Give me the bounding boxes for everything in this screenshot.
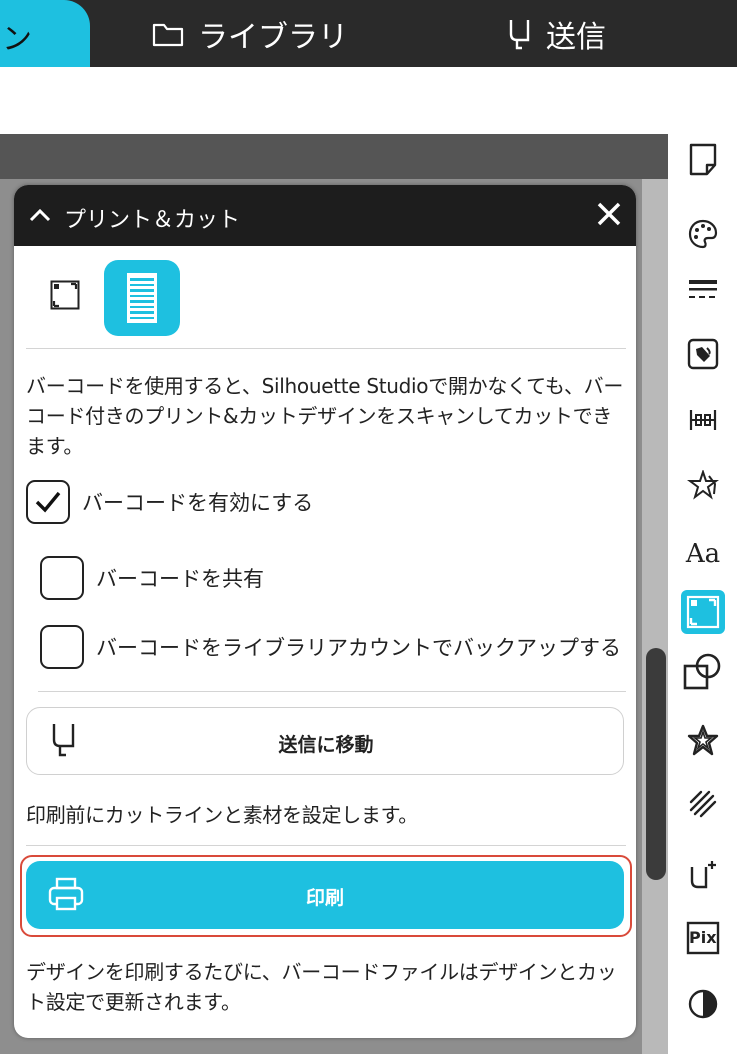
barcode-description: バーコードを使用すると、Silhouette Studioで開かなくても、バーコ…	[26, 374, 624, 458]
backup-barcode-row[interactable]: バーコードをライブラリアカウントでバックアップする	[40, 625, 621, 669]
backup-barcode-checkbox[interactable]	[40, 625, 84, 669]
library-star-icon[interactable]	[681, 718, 725, 762]
enable-barcode-label: バーコードを有効にする	[82, 491, 314, 515]
modify-shapes-icon[interactable]	[681, 650, 725, 694]
print-update-description: デザインを印刷するたびに、バーコードファイルはデザインとカット設定で更新されます…	[26, 960, 617, 1014]
palette-icon[interactable]	[681, 212, 725, 256]
enable-barcode-checkbox[interactable]	[26, 480, 70, 524]
close-icon[interactable]	[594, 199, 624, 229]
tab-design[interactable]: ン	[0, 0, 90, 67]
send-cutter-icon	[509, 19, 530, 49]
go-to-send-button[interactable]: 送信に移動	[26, 707, 624, 775]
divider	[26, 348, 626, 349]
top-nav-bar: ン ライブラリ 送信	[0, 0, 737, 67]
enable-barcode-row[interactable]: バーコードを有効にする	[26, 480, 313, 524]
tab-library-label: ライブラリ	[198, 19, 348, 55]
tab-design-label: ン	[2, 22, 32, 57]
go-to-send-label: 送信に移動	[278, 734, 374, 756]
right-tool-rail: Aa Pix	[668, 134, 737, 1054]
registration-marks-mode-icon[interactable]	[50, 280, 80, 310]
chevron-up-icon[interactable]	[28, 205, 52, 225]
canvas-scrollbar-track[interactable]	[642, 179, 668, 1054]
canvas-top-bar	[0, 134, 668, 179]
barcode-mode-button[interactable]	[104, 260, 180, 336]
checkmark-icon	[35, 491, 61, 513]
print-button[interactable]: 印刷	[26, 861, 624, 929]
text-style-icon[interactable]: Aa	[681, 532, 725, 576]
sketch-lines-icon[interactable]	[681, 782, 725, 826]
backup-barcode-label: バーコードをライブラリアカウントでバックアップする	[96, 636, 621, 660]
barcode-icon	[127, 273, 157, 323]
page-setup-icon[interactable]	[681, 138, 725, 182]
fill-tool-icon[interactable]	[681, 332, 725, 376]
divider	[26, 845, 626, 846]
canvas-scrollbar-thumb[interactable]	[646, 648, 666, 880]
share-barcode-checkbox[interactable]	[40, 556, 84, 600]
print-cut-panel: プリント＆カット バーコードを使用すると、Silhouette Studioで開…	[14, 185, 636, 1038]
tab-library[interactable]: ライブラリ	[152, 0, 348, 67]
panel-title: プリント＆カット	[64, 208, 241, 233]
share-barcode-row[interactable]: バーコードを共有	[40, 556, 264, 600]
send-cutter-add-icon[interactable]	[681, 854, 725, 898]
replicate-icon[interactable]	[681, 464, 725, 508]
app-root: ン ライブラリ 送信 Aa Pix プリント＆カット バーコードを使用すると、S…	[0, 0, 737, 1054]
toolbar-area	[0, 67, 737, 134]
line-style-icon[interactable]	[681, 268, 725, 312]
print-button-label: 印刷	[305, 887, 344, 909]
print-cut-icon[interactable]	[681, 590, 725, 634]
divider	[38, 691, 626, 692]
align-icon[interactable]	[681, 398, 725, 442]
share-barcode-label: バーコードを共有	[96, 567, 264, 591]
mode-selector	[14, 246, 636, 346]
contrast-icon[interactable]	[681, 982, 725, 1026]
panel-header: プリント＆カット	[14, 185, 636, 246]
tab-send-label: 送信	[546, 19, 606, 55]
pix-trace-icon[interactable]: Pix	[681, 916, 725, 960]
tab-send[interactable]: 送信	[508, 0, 606, 67]
folder-icon	[152, 23, 184, 46]
print-description: 印刷前にカットラインと素材を設定します。	[26, 803, 418, 827]
